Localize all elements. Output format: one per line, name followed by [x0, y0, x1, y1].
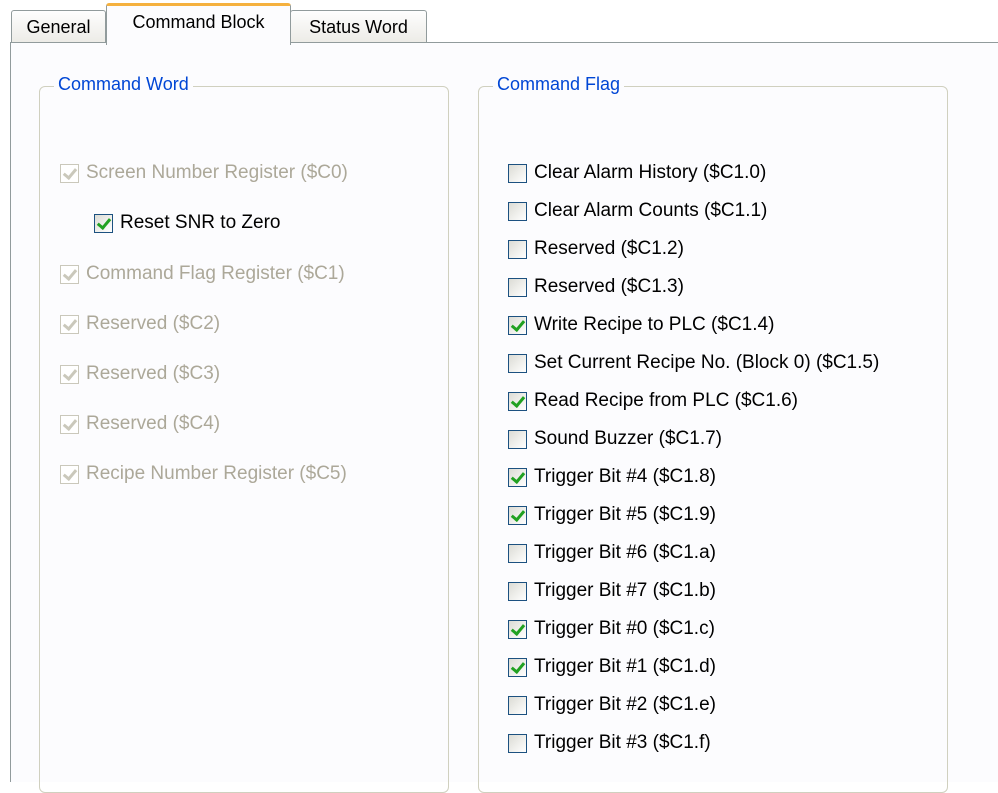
checkbox-box[interactable]	[508, 239, 527, 259]
clear-alarm-history-checkbox[interactable]: Clear Alarm History ($C1.0)	[508, 161, 766, 185]
tab-strip: General Command Block Status Word	[0, 0, 998, 45]
recipe-number-register-checkbox: Recipe Number Register ($C5)	[60, 462, 347, 486]
checkmark-icon	[510, 506, 526, 522]
reserved-c2-checkbox: Reserved ($C2)	[60, 312, 220, 336]
checkbox-label[interactable]: Clear Alarm Counts ($C1.1)	[534, 200, 767, 222]
checkbox-label[interactable]: Trigger Bit #0 ($C1.c)	[534, 618, 715, 640]
checkbox-label[interactable]: Trigger Bit #1 ($C1.d)	[534, 656, 716, 678]
checkbox-label[interactable]: Trigger Bit #4 ($C1.8)	[534, 466, 716, 488]
checkmark-icon	[62, 265, 78, 281]
reserved-c1-2-checkbox[interactable]: Reserved ($C1.2)	[508, 237, 684, 261]
trigger-bit-5-checkbox[interactable]: Trigger Bit #5 ($C1.9)	[508, 503, 716, 527]
command-word-title: Command Word	[54, 74, 193, 95]
checkbox-label[interactable]: Trigger Bit #3 ($C1.f)	[534, 732, 711, 754]
checkbox-box[interactable]	[508, 391, 527, 411]
checkbox-box[interactable]	[508, 429, 527, 449]
checkbox-box	[60, 314, 79, 334]
checkmark-icon	[62, 365, 78, 381]
checkmark-icon	[510, 316, 526, 332]
trigger-bit-2-checkbox[interactable]: Trigger Bit #2 ($C1.e)	[508, 693, 716, 717]
checkbox-box[interactable]	[508, 467, 527, 487]
tab-page-command-block: Command Word Screen Number Register ($C0…	[10, 42, 998, 793]
trigger-bit-1-checkbox[interactable]: Trigger Bit #1 ($C1.d)	[508, 655, 716, 679]
trigger-bit-4-checkbox[interactable]: Trigger Bit #4 ($C1.8)	[508, 465, 716, 489]
checkmark-icon	[510, 620, 526, 636]
checkmark-icon	[62, 465, 78, 481]
checkbox-box[interactable]	[508, 353, 527, 373]
checkmark-icon	[62, 315, 78, 331]
checkbox-box[interactable]	[508, 543, 527, 563]
checkbox-label[interactable]: Sound Buzzer ($C1.7)	[534, 428, 722, 450]
checkbox-label: Reserved ($C3)	[86, 363, 221, 384]
checkmark-icon	[510, 468, 526, 484]
checkbox-label[interactable]: Trigger Bit #2 ($C1.e)	[534, 694, 716, 716]
clear-alarm-counts-checkbox[interactable]: Clear Alarm Counts ($C1.1)	[508, 199, 767, 223]
set-current-recipe-no-checkbox[interactable]: Set Current Recipe No. (Block 0) ($C1.5)	[508, 351, 879, 375]
checkbox-label[interactable]: Read Recipe from PLC ($C1.6)	[534, 390, 798, 412]
checkbox-box[interactable]	[94, 213, 113, 233]
trigger-bit-3-checkbox[interactable]: Trigger Bit #3 ($C1.f)	[508, 731, 711, 755]
reserved-c3-checkbox: Reserved ($C3)	[60, 362, 220, 386]
checkbox-label[interactable]: Reserved ($C1.2)	[534, 238, 684, 260]
screen-number-register-checkbox: Screen Number Register ($C0)	[60, 161, 348, 185]
trigger-bit-6-checkbox[interactable]: Trigger Bit #6 ($C1.a)	[508, 541, 716, 565]
checkbox-label[interactable]: Set Current Recipe No. (Block 0) ($C1.5)	[534, 352, 879, 374]
checkbox-label[interactable]: Trigger Bit #7 ($C1.b)	[534, 580, 716, 602]
checkbox-box[interactable]	[508, 315, 527, 335]
checkbox-label: Reserved ($C2)	[86, 313, 221, 334]
checkbox-box[interactable]	[508, 619, 527, 639]
checkbox-box[interactable]	[508, 695, 527, 715]
checkbox-box	[60, 364, 79, 384]
checkbox-label[interactable]: Trigger Bit #6 ($C1.a)	[534, 542, 716, 564]
reset-snr-to-zero-checkbox[interactable]: Reset SNR to Zero	[94, 211, 281, 235]
trigger-bit-7-checkbox[interactable]: Trigger Bit #7 ($C1.b)	[508, 579, 716, 603]
checkmark-icon	[62, 415, 78, 431]
reserved-c4-checkbox: Reserved ($C4)	[60, 412, 220, 436]
checkbox-label[interactable]: Clear Alarm History ($C1.0)	[534, 162, 766, 184]
read-recipe-from-plc-checkbox[interactable]: Read Recipe from PLC ($C1.6)	[508, 389, 798, 413]
command-word-group: Command Word Screen Number Register ($C0…	[39, 74, 449, 793]
checkbox-label[interactable]: Trigger Bit #5 ($C1.9)	[534, 504, 716, 526]
checkmark-icon	[96, 214, 112, 230]
command-flag-title: Command Flag	[493, 74, 625, 95]
checkbox-label: Screen Number Register ($C0)	[86, 162, 348, 183]
checkbox-label[interactable]: Reserved ($C1.3)	[534, 276, 684, 298]
checkbox-box	[60, 464, 79, 484]
checkmark-icon	[62, 164, 78, 180]
sound-buzzer-checkbox[interactable]: Sound Buzzer ($C1.7)	[508, 427, 722, 451]
checkbox-box[interactable]	[508, 201, 527, 221]
checkbox-box	[60, 264, 79, 284]
checkmark-icon	[510, 658, 526, 674]
tab-status-word[interactable]: Status Word	[290, 10, 427, 43]
trigger-bit-0-checkbox[interactable]: Trigger Bit #0 ($C1.c)	[508, 617, 715, 641]
checkmark-icon	[510, 392, 526, 408]
checkbox-label: Recipe Number Register ($C5)	[86, 463, 347, 484]
checkbox-box[interactable]	[508, 277, 527, 297]
tab-general[interactable]: General	[11, 10, 106, 43]
checkbox-box[interactable]	[508, 733, 527, 753]
checkbox-box[interactable]	[508, 581, 527, 601]
command-flag-group: Command Flag Clear Alarm History ($C1.0)…	[478, 74, 948, 793]
checkbox-box[interactable]	[508, 505, 527, 525]
checkbox-label: Command Flag Register ($C1)	[86, 263, 345, 284]
checkbox-label: Reserved ($C4)	[86, 413, 221, 434]
checkbox-box[interactable]	[508, 657, 527, 677]
tab-command-block[interactable]: Command Block	[106, 3, 291, 45]
checkbox-label[interactable]: Reset SNR to Zero	[120, 212, 281, 234]
checkbox-box[interactable]	[508, 163, 527, 183]
checkbox-label[interactable]: Write Recipe to PLC ($C1.4)	[534, 314, 774, 336]
reserved-c1-3-checkbox[interactable]: Reserved ($C1.3)	[508, 275, 684, 299]
write-recipe-to-plc-checkbox[interactable]: Write Recipe to PLC ($C1.4)	[508, 313, 774, 337]
checkbox-box	[60, 414, 79, 434]
command-flag-register-checkbox: Command Flag Register ($C1)	[60, 262, 345, 286]
checkbox-box	[60, 163, 79, 183]
